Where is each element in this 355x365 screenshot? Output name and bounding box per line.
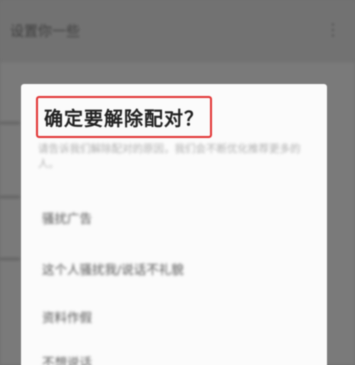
dialog-title-highlight: 确定要解除配对？ — [36, 96, 213, 138]
unpair-dialog: 确定要解除配对？ 请告诉我们解除配对的原因，我们会不断优化推荐更多的人。 骚扰广… — [21, 84, 327, 365]
more-icon: ⋮ — [325, 20, 341, 39]
screen: 设置你一些 ⋮ 确定要解除配对？ 请告诉我们解除配对的原因，我们会不断优化推荐更… — [0, 0, 355, 365]
background-list-mark — [0, 196, 20, 198]
reason-option-fake-profile[interactable]: 资料作假 — [42, 307, 92, 326]
dialog-description: 请告诉我们解除配对的原因，我们会不断优化推荐更多的人。 — [38, 143, 301, 170]
background-title: 设置你一些 — [10, 24, 80, 40]
background-header: 设置你一些 ⋮ — [0, 0, 355, 62]
reason-option-ads[interactable]: 骚扰广告 — [42, 208, 92, 227]
background-list-mark — [0, 122, 20, 124]
background-list-mark — [0, 258, 20, 260]
dialog-title: 确定要解除配对？ — [44, 108, 205, 130]
reason-option-harassment[interactable]: 这个人骚扰我/说话不礼貌 — [42, 259, 184, 278]
reason-option-no-talk[interactable]: 不想说话 — [42, 352, 92, 365]
